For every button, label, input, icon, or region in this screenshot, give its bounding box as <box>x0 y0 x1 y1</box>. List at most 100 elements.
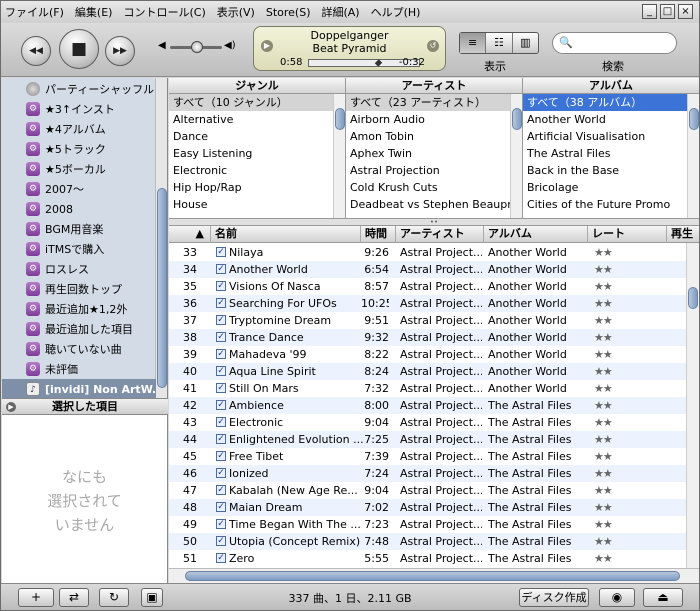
track-row[interactable]: 36 ✓Searching For UFOs 10:25 Astral Project… <box>169 295 686 312</box>
coverflow-view-button[interactable]: ▥ <box>513 33 538 53</box>
close-button[interactable]: × <box>678 4 693 19</box>
rating-column-header[interactable]: レート <box>588 226 667 243</box>
track-checkbox[interactable]: ✓ <box>216 315 226 325</box>
shuffle-button[interactable]: ⇄ <box>59 588 89 607</box>
list-view-button[interactable]: ≡ <box>460 33 487 53</box>
sidebar-item[interactable]: ⚙ iTMSで購入 <box>2 239 156 259</box>
sidebar-item[interactable]: ⚙ ★5トラック <box>2 139 156 159</box>
album-scrollbar[interactable] <box>687 94 699 218</box>
track-rating[interactable]: ★★ <box>594 346 654 363</box>
sidebar-item[interactable]: ⚙ BGM用音楽 <box>2 219 156 239</box>
track-checkbox[interactable]: ✓ <box>216 332 226 342</box>
artist-row[interactable]: Airborn Audio <box>346 111 522 128</box>
sort-column-header[interactable]: ▲ <box>169 226 211 243</box>
genre-row[interactable]: Dance <box>169 128 345 145</box>
track-checkbox[interactable]: ✓ <box>216 281 226 291</box>
track-row[interactable]: 41 ✓ Still On Mars 7:32 Astral Project... Ano… <box>169 380 686 397</box>
menu-item-2[interactable]: コントロール(C) <box>123 4 205 20</box>
track-row[interactable]: 39 ✓ Mahadeva '99 8:22 Astral Project... Anot… <box>169 346 686 363</box>
track-checkbox[interactable]: ✓ <box>216 536 226 546</box>
track-row[interactable]: 43 ✓ Electronic 9:04 Astral Project... The As… <box>169 414 686 431</box>
track-list-scrollbar[interactable] <box>686 243 699 568</box>
menu-item-1[interactable]: 編集(E) <box>75 4 113 20</box>
track-rating[interactable]: ★★ <box>594 363 654 380</box>
menu-item-4[interactable]: Store(S) <box>266 6 311 19</box>
track-checkbox[interactable]: ✓ <box>216 553 226 563</box>
sidebar-item[interactable]: ⚙ 再生回数トップ <box>2 279 156 299</box>
artist-row[interactable]: Astral Projection <box>346 162 522 179</box>
track-checkbox[interactable]: ✓ <box>216 485 226 495</box>
track-checkbox[interactable]: ✓ <box>216 502 226 512</box>
track-checkbox[interactable]: ✓ <box>216 349 226 359</box>
sidebar-item[interactable]: パーティーシャッフル <box>2 79 156 99</box>
album-row[interactable]: Bricolage <box>523 179 699 196</box>
track-rating[interactable]: ★★ <box>594 482 654 499</box>
album-row[interactable]: Artificial Visualisation <box>523 128 699 145</box>
genre-row[interactable]: Hip Hop/Rap <box>169 179 345 196</box>
track-rating[interactable]: ★★ <box>594 465 654 482</box>
show-artwork-button[interactable]: ▣ <box>141 588 163 607</box>
track-row[interactable]: 37 ✓ Tryptomine Dream 9:51 Astral Project...… <box>169 312 686 329</box>
track-rating[interactable]: ★★ <box>594 244 654 261</box>
track-rating[interactable]: ★★ <box>594 295 654 312</box>
track-rating[interactable]: ★★ <box>594 261 654 278</box>
track-rating[interactable]: ★★ <box>594 499 654 516</box>
genre-row[interactable]: Electronic <box>169 162 345 179</box>
track-rating[interactable]: ★★ <box>594 516 654 533</box>
snapback-icon[interactable]: ↺ <box>427 40 439 52</box>
album-row[interactable]: The Astral Files <box>523 145 699 162</box>
track-checkbox[interactable]: ✓ <box>216 417 226 427</box>
track-checkbox[interactable]: ✓ <box>216 247 226 257</box>
artist-row[interactable]: Cold Krush Cuts <box>346 179 522 196</box>
sidebar-item[interactable]: ⚙ 聴いていない曲 <box>2 339 156 359</box>
genre-row[interactable]: すべて（10 ジャンル） <box>169 94 345 111</box>
album-column-header[interactable]: アルバム <box>523 78 699 94</box>
volume-slider[interactable]: ◀ ◀) <box>158 40 238 54</box>
track-row[interactable]: 46 ✓ Ionized 7:24 Astral Project... The Astra… <box>169 465 686 482</box>
track-checkbox[interactable]: ✓ <box>216 383 226 393</box>
repeat-button[interactable]: ↻ <box>99 588 129 607</box>
track-row[interactable]: 35 ✓ Visions Of Nasca 8:57 Astral Project...… <box>169 278 686 295</box>
track-rating[interactable]: ★★ <box>594 414 654 431</box>
track-checkbox[interactable]: ✓ <box>216 298 226 308</box>
artist-row[interactable]: Deadbeat vs Stephen Beaupr <box>346 196 522 213</box>
track-rating[interactable]: ★★ <box>594 278 654 295</box>
scrollbar-thumb[interactable] <box>335 108 345 130</box>
sidebar-item[interactable]: ⚙ ★5ボーカル <box>2 159 156 179</box>
artist-column-header[interactable]: アーティスト <box>396 226 484 243</box>
album-column-header[interactable]: アルバム <box>484 226 588 243</box>
add-playlist-button[interactable]: + <box>18 588 54 607</box>
track-rating[interactable]: ★★ <box>594 397 654 414</box>
time-column-header[interactable]: 時間 <box>361 226 396 243</box>
artist-scrollbar[interactable] <box>510 94 522 218</box>
scrollbar-thumb[interactable] <box>689 108 699 130</box>
scrollbar-thumb[interactable] <box>512 108 522 130</box>
genre-scrollbar[interactable] <box>333 94 345 218</box>
minimize-button[interactable]: _ <box>642 4 657 19</box>
track-row[interactable]: 47 ✓ Kabalah (New Age Re... 9:04 Astral Proj… <box>169 482 686 499</box>
horizontal-scrollbar[interactable] <box>169 568 699 583</box>
sidebar-item[interactable]: ⚙ 2008 <box>2 199 156 219</box>
genre-row[interactable]: Easy Listening <box>169 145 345 162</box>
track-checkbox[interactable]: ✓ <box>216 434 226 444</box>
visualizer-button[interactable]: ◉ <box>599 588 635 607</box>
maximize-button[interactable]: □ <box>660 4 675 19</box>
album-row[interactable]: Cities of the Future Promo <box>523 196 699 213</box>
track-checkbox[interactable]: ✓ <box>216 519 226 529</box>
track-rating[interactable]: ★★ <box>594 448 654 465</box>
progress-marker[interactable] <box>374 59 383 67</box>
browser-splitter[interactable]: •• <box>169 218 699 226</box>
burn-disc-button[interactable]: ディスク作成 <box>519 588 589 607</box>
track-row[interactable]: 50 ✓ Utopia (Concept Remix) 7:48 Astral Proj… <box>169 533 686 550</box>
sidebar-item[interactable]: ⚙ ★3↑インスト <box>2 99 156 119</box>
track-rating[interactable]: ★★ <box>594 550 654 567</box>
menu-item-6[interactable]: ヘルプ(H) <box>371 4 421 20</box>
menu-item-5[interactable]: 詳細(A) <box>321 4 359 20</box>
track-row[interactable]: 33 ✓ Nilaya 9:26 Astral Project... Another Wo… <box>169 244 686 261</box>
sidebar-item[interactable]: ⚙ 最近追加★1,2外 <box>2 299 156 319</box>
album-row[interactable]: Another World <box>523 111 699 128</box>
track-rating[interactable]: ★★ <box>594 329 654 346</box>
track-row[interactable]: 49 ✓ Time Began With The ... 7:23 Astral Pro… <box>169 516 686 533</box>
track-checkbox[interactable]: ✓ <box>216 366 226 376</box>
track-rating[interactable]: ★★ <box>594 431 654 448</box>
